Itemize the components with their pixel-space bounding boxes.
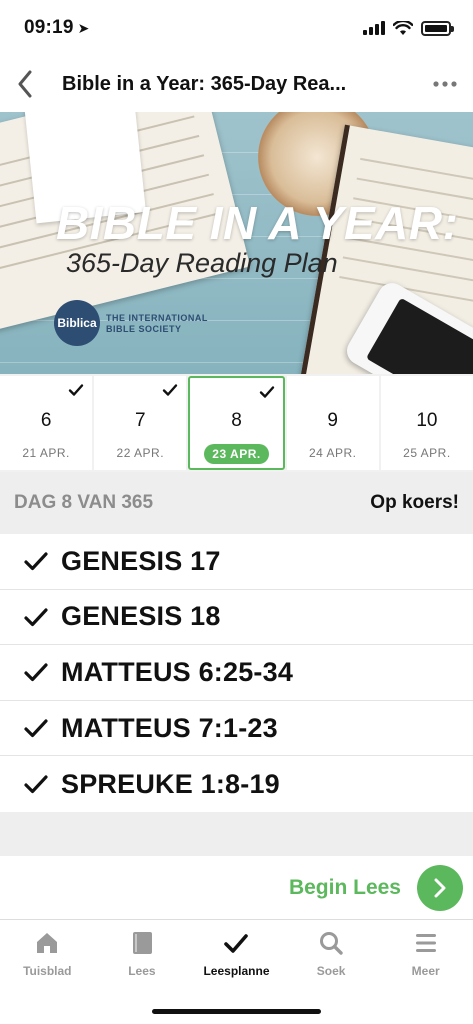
checkmark-icon bbox=[69, 384, 84, 396]
day-date: 25 APR. bbox=[403, 446, 451, 460]
day-date: 24 APR. bbox=[308, 446, 357, 460]
tab-more[interactable]: Meer bbox=[378, 920, 473, 990]
section-divider bbox=[0, 812, 473, 856]
home-indicator bbox=[152, 1009, 321, 1014]
menu-icon bbox=[415, 934, 436, 952]
tab-label: Soek bbox=[316, 964, 346, 978]
home-icon bbox=[37, 933, 58, 953]
reading-label: MATTEUS 6:25-34 bbox=[61, 656, 294, 687]
begin-reading-button[interactable] bbox=[417, 864, 463, 911]
checkmark-icon bbox=[24, 775, 48, 794]
reading-item[interactable]: SPREUKE 1:8-19 bbox=[0, 756, 473, 812]
status-icons bbox=[363, 20, 454, 36]
plan-hero-image: BIBLE IN A YEAR: 365-Day Reading Plan Bi… bbox=[0, 112, 473, 374]
day-number: 7 bbox=[135, 410, 146, 431]
clock-text: 09:19 bbox=[24, 17, 74, 38]
tab-reading-plans[interactable]: Leesplanne bbox=[189, 920, 284, 990]
tab-bar: Tuisblad Lees Leesplanne Soek Meer bbox=[0, 920, 473, 990]
search-icon bbox=[320, 932, 343, 955]
day-date-badge: 23 APR. bbox=[204, 444, 269, 464]
checkmark-icon bbox=[24, 719, 48, 738]
tab-search[interactable]: Soek bbox=[284, 920, 379, 990]
day-date: 22 APR. bbox=[116, 446, 165, 460]
nav-bar: Bible in a Year: 365-Day Rea... bbox=[0, 56, 473, 112]
day-selector: 6 21 APR. 7 22 APR. 8 23 APR. 9 24 APR. … bbox=[0, 374, 473, 472]
reading-label: GENESIS 18 bbox=[61, 601, 221, 632]
hero-title: BIBLE IN A YEAR: bbox=[56, 197, 459, 249]
hero-subtitle: 365-Day Reading Plan bbox=[66, 248, 338, 278]
checkmark-icon bbox=[24, 608, 48, 626]
tab-label: Lees bbox=[128, 964, 156, 978]
checkmark-icon bbox=[224, 934, 249, 953]
checkmark-icon bbox=[24, 663, 48, 682]
day-number: 10 bbox=[416, 410, 438, 431]
day-item-10[interactable]: 10 25 APR. bbox=[380, 376, 473, 470]
checkmark-icon bbox=[24, 552, 48, 571]
reading-item[interactable]: GENESIS 17 bbox=[0, 534, 473, 590]
more-options-button[interactable] bbox=[417, 56, 473, 112]
progress-header: DAG 8 VAN 365 Op koers! bbox=[0, 472, 473, 534]
back-button[interactable] bbox=[0, 56, 50, 112]
reading-list: GENESIS 17 GENESIS 18 MATTEUS 6:25-34 MA… bbox=[0, 534, 473, 812]
reading-label: MATTEUS 7:1-23 bbox=[61, 712, 278, 743]
tab-label: Meer bbox=[411, 964, 440, 978]
status-time: 09:19 ➤ bbox=[24, 17, 90, 39]
reading-label: SPREUKE 1:8-19 bbox=[61, 768, 280, 799]
chevron-left-icon bbox=[18, 70, 32, 98]
checkmark-icon bbox=[259, 386, 274, 398]
day-item-8[interactable]: 8 23 APR. bbox=[188, 376, 285, 470]
begin-reading-link[interactable]: Begin Lees bbox=[289, 876, 401, 900]
day-number: 6 bbox=[40, 410, 52, 431]
reading-item[interactable]: GENESIS 18 bbox=[0, 589, 473, 646]
on-track-status: Op koers! bbox=[370, 492, 459, 513]
reading-item[interactable]: MATTEUS 6:25-34 bbox=[0, 645, 473, 701]
day-number: 8 bbox=[231, 410, 242, 431]
page-title: Bible in a Year: 365-Day Rea... bbox=[62, 72, 347, 95]
day-progress-label: DAG 8 VAN 365 bbox=[14, 492, 154, 513]
location-icon: ➤ bbox=[77, 20, 90, 36]
publisher-tagline: THE INTERNATIONAL BIBLE SOCIETY bbox=[106, 313, 208, 335]
biblica-logo: Biblica bbox=[54, 300, 100, 346]
tab-read[interactable]: Lees bbox=[95, 920, 190, 990]
reading-item[interactable]: MATTEUS 7:1-23 bbox=[0, 700, 473, 757]
status-bar: 09:19 ➤ bbox=[0, 0, 473, 56]
tab-home[interactable]: Tuisblad bbox=[0, 920, 95, 990]
day-item-9[interactable]: 9 24 APR. bbox=[286, 376, 379, 470]
publisher-line-2: BIBLE SOCIETY bbox=[106, 324, 182, 334]
tab-label: Tuisblad bbox=[23, 964, 72, 978]
book-icon bbox=[132, 932, 152, 954]
checkmark-icon bbox=[163, 384, 178, 396]
day-item-6[interactable]: 6 21 APR. bbox=[0, 376, 93, 470]
tab-label: Leesplanne bbox=[203, 964, 270, 978]
more-dots-icon bbox=[433, 81, 457, 87]
publisher-line-1: THE INTERNATIONAL bbox=[106, 313, 208, 323]
battery-icon bbox=[421, 20, 454, 36]
begin-reading-row: Begin Lees bbox=[0, 856, 473, 920]
wifi-icon bbox=[393, 20, 413, 35]
day-item-7[interactable]: 7 22 APR. bbox=[94, 376, 187, 470]
day-date: 21 APR. bbox=[22, 446, 70, 460]
reading-label: GENESIS 17 bbox=[61, 545, 221, 576]
chevron-right-icon bbox=[434, 878, 446, 897]
signal-icon bbox=[363, 21, 385, 35]
day-number: 9 bbox=[327, 410, 338, 431]
